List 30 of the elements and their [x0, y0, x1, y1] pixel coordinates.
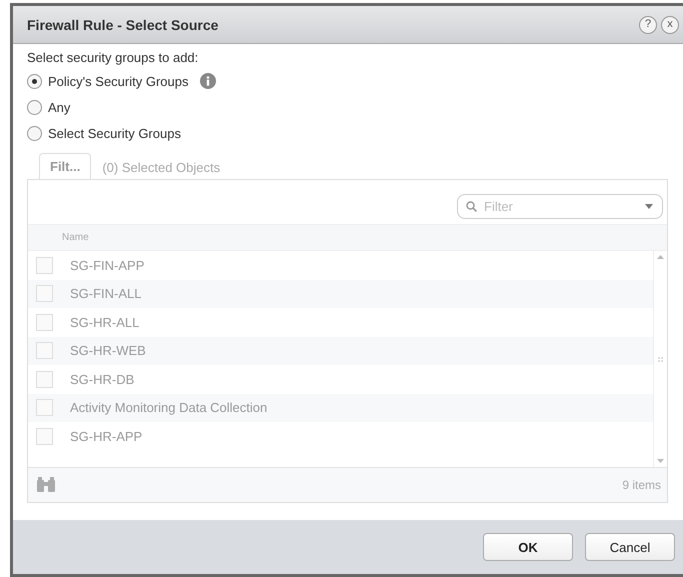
radio-button[interactable] — [27, 100, 42, 114]
ok-button[interactable]: OK — [483, 533, 573, 561]
grip-icon — [658, 356, 663, 362]
radio-label: Any — [48, 100, 70, 114]
caret-icon — [645, 204, 653, 209]
table-cell: SG-FIN-APP — [70, 258, 144, 273]
radio-label: Policy's Security Groups — [48, 74, 188, 88]
radio-button[interactable] — [27, 74, 42, 88]
binoculars-icon[interactable] — [36, 477, 56, 493]
info-icon — [200, 73, 216, 89]
item-count: 9 items — [622, 478, 661, 492]
search-icon — [466, 201, 477, 212]
prompt-text: Select security groups to add: — [27, 50, 200, 65]
scrollbar[interactable] — [653, 251, 667, 467]
table-cell: SG-HR-ALL — [70, 314, 140, 330]
close-button[interactable]: x — [661, 16, 679, 34]
table-cell: SG-FIN-ALL — [70, 286, 142, 302]
up-arrow-icon — [657, 255, 664, 259]
table-cell: SG-HR-WEB — [70, 343, 146, 358]
table-cell: SG-HR-DB — [70, 372, 134, 387]
radio-button[interactable] — [27, 126, 42, 140]
dialog-title: Firewall Rule - Select Source — [27, 16, 220, 32]
column-header: Name — [62, 232, 89, 243]
table-cell: Activity Monitoring Data Collection — [70, 400, 268, 416]
help-button[interactable]: ? — [639, 16, 657, 34]
cancel-button[interactable]: Cancel — [585, 533, 675, 561]
table-cell: SG-HR-APP — [70, 428, 142, 444]
filter-field[interactable]: Filter — [457, 194, 663, 219]
radio-label: Select Security Groups — [48, 126, 181, 140]
down-arrow-icon — [657, 459, 664, 463]
